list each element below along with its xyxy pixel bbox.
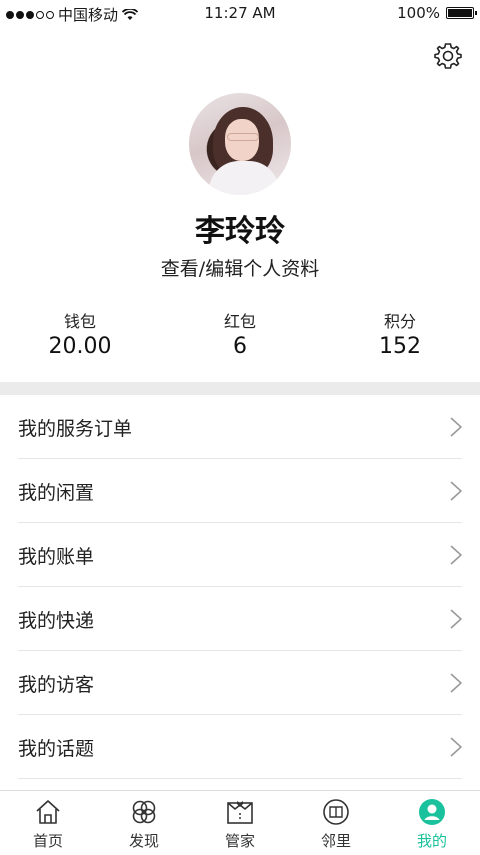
status-bar: 中国移动 11:27 AM 100% [0, 0, 480, 28]
menu-item-bills[interactable]: 我的账单 [18, 523, 462, 587]
gear-icon [434, 43, 462, 69]
menu-item-label: 我的话题 [18, 738, 95, 760]
chevron-right-icon [450, 417, 462, 437]
menu-list: 我的服务订单 我的闲置 我的账单 我的快递 我的访客 我的话题 [0, 395, 480, 779]
tab-home[interactable]: 首页 [0, 791, 96, 855]
menu-item-visitors[interactable]: 我的访客 [18, 651, 462, 715]
menu-item-label: 我的闲置 [18, 482, 95, 504]
stat-red-packet[interactable]: 红包 6 [160, 308, 320, 359]
tab-label: 管家 [224, 832, 255, 850]
butler-icon [227, 801, 253, 824]
neighbor-icon [323, 799, 349, 825]
discover-icon [132, 800, 156, 824]
chevron-right-icon [450, 673, 462, 693]
battery-icon [446, 7, 477, 19]
chevron-right-icon [450, 609, 462, 629]
tab-label: 我的 [416, 832, 447, 850]
tab-discover[interactable]: 发现 [96, 791, 192, 855]
stat-value: 20.00 [48, 334, 112, 359]
stat-value: 152 [379, 334, 421, 359]
menu-item-label: 我的服务订单 [18, 418, 133, 440]
menu-item-label: 我的访客 [18, 674, 95, 696]
stat-label: 红包 [223, 312, 256, 331]
tab-label: 发现 [128, 832, 159, 850]
stat-label: 钱包 [63, 312, 96, 331]
profile-icon [419, 799, 445, 825]
chevron-right-icon [450, 737, 462, 757]
user-name: 李玲玲 [195, 214, 285, 249]
chevron-right-icon [450, 481, 462, 501]
stat-points[interactable]: 积分 152 [320, 308, 480, 359]
chevron-right-icon [450, 545, 462, 565]
stat-label: 积分 [383, 312, 416, 331]
tab-butler[interactable]: 管家 [192, 791, 288, 855]
menu-item-service-orders[interactable]: 我的服务订单 [18, 395, 462, 459]
menu-item-topics[interactable]: 我的话题 [18, 715, 462, 779]
section-divider [0, 382, 480, 395]
avatar[interactable] [189, 93, 291, 195]
home-icon [36, 800, 60, 824]
edit-profile-link[interactable]: 查看/编辑个人资料 [0, 254, 480, 281]
menu-item-label: 我的快递 [18, 610, 95, 632]
menu-item-idle-items[interactable]: 我的闲置 [18, 459, 462, 523]
tab-neighbors[interactable]: 邻里 [288, 791, 384, 855]
battery-percent: 100% [397, 4, 440, 22]
menu-item-express[interactable]: 我的快递 [18, 587, 462, 651]
stat-wallet[interactable]: 钱包 20.00 [0, 308, 160, 359]
stats-row: 钱包 20.00 红包 6 积分 152 [0, 308, 480, 368]
tab-label: 邻里 [320, 832, 351, 850]
tab-mine[interactable]: 我的 [384, 791, 480, 855]
stat-value: 6 [233, 334, 247, 359]
menu-item-label: 我的账单 [18, 546, 95, 568]
bottom-tab-bar: 首页 发现 管家 邻里 我的 [0, 790, 480, 854]
status-right: 100% [397, 4, 477, 22]
tab-label: 首页 [32, 832, 63, 850]
settings-button[interactable] [432, 40, 464, 72]
